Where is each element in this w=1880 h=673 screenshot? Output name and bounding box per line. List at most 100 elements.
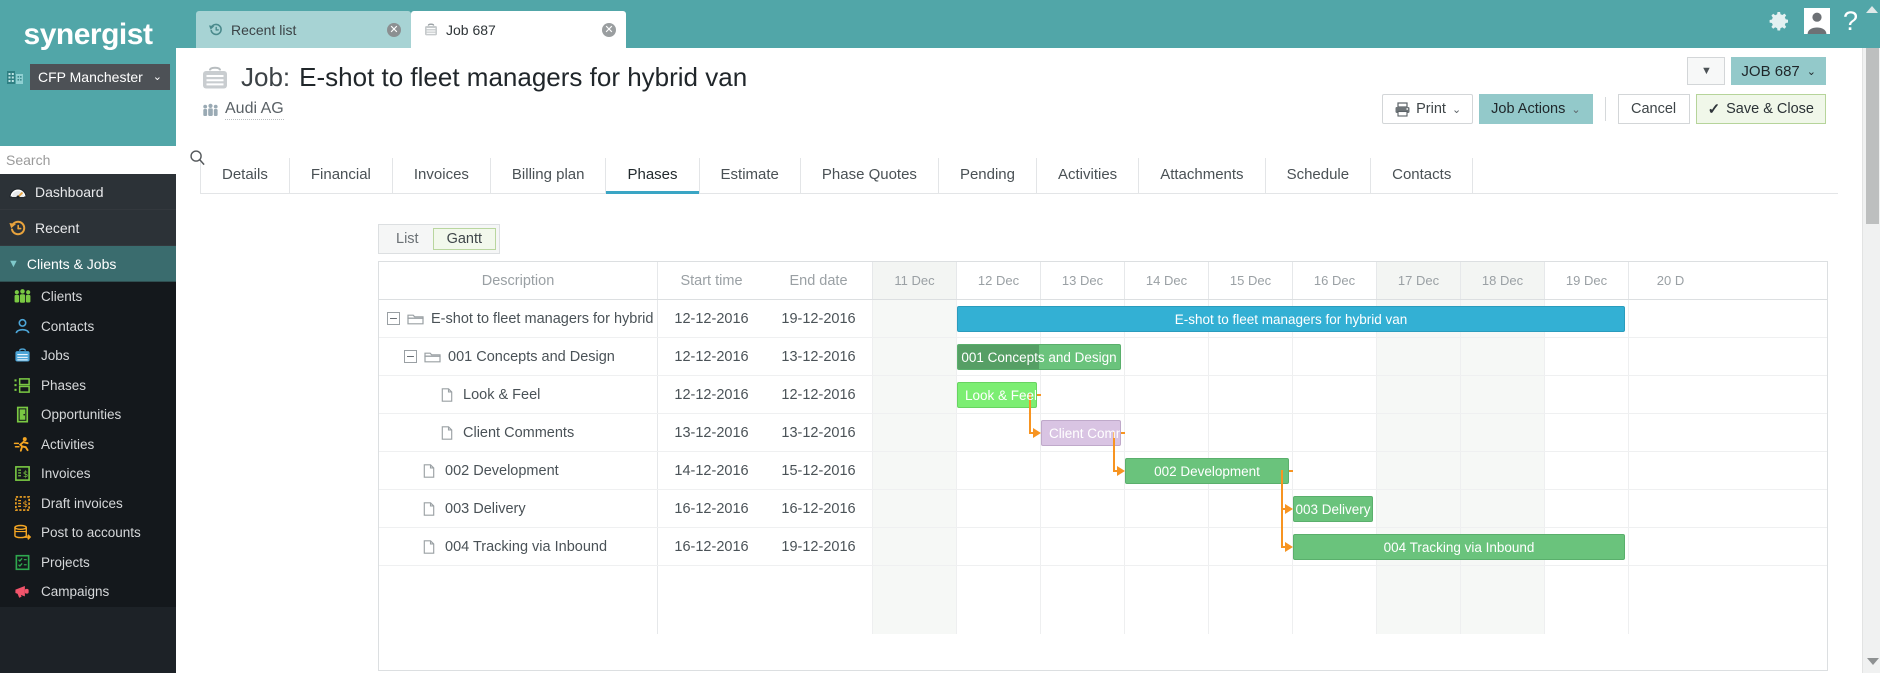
- tab-phase-quotes[interactable]: Phase Quotes: [801, 158, 939, 193]
- view-toggle-label: Gantt: [446, 231, 483, 247]
- grid-cell: [1208, 452, 1292, 489]
- view-toggle-group: List Gantt: [378, 224, 501, 254]
- sidebar-section-label: Clients & Jobs: [26, 255, 117, 272]
- chevron-down-icon: ⌄: [152, 71, 162, 83]
- browser-tab-job-687[interactable]: Job 687 ✕: [411, 11, 626, 48]
- folder-open-icon: [407, 311, 424, 327]
- sidebar-item-contacts[interactable]: Contacts: [0, 311, 176, 341]
- grid-cell: [956, 452, 1040, 489]
- row-description-text: 004 Tracking via Inbound: [445, 538, 608, 555]
- sidebar-item-draft-invoices[interactable]: $ Draft invoices: [0, 488, 176, 518]
- gantt-body: − E-shot to fleet managers for hybrid 12…: [379, 300, 1827, 634]
- print-button[interactable]: Print ⌄: [1382, 94, 1474, 124]
- save-close-button[interactable]: ✓ Save & Close: [1695, 94, 1826, 124]
- tab-pending[interactable]: Pending: [939, 158, 1037, 193]
- tab-phases[interactable]: Phases: [606, 158, 700, 194]
- row-grid-cells: [872, 376, 1827, 413]
- grid-cell: [1040, 338, 1124, 375]
- tab-invoices[interactable]: Invoices: [393, 158, 491, 193]
- scroll-up-arrow-icon[interactable]: [1866, 6, 1878, 13]
- job-number-selector[interactable]: JOB 687 ⌄: [1731, 57, 1826, 85]
- grid-cell: [1124, 566, 1208, 634]
- page-content: Job: E-shot to fleet managers for hybrid…: [176, 48, 1862, 673]
- search-icon[interactable]: [189, 149, 206, 171]
- sidebar-item-jobs[interactable]: Jobs: [0, 341, 176, 371]
- grid-cell: [1544, 300, 1628, 337]
- tab-estimate[interactable]: Estimate: [700, 158, 801, 193]
- row-description: 004 Tracking via Inbound: [379, 528, 658, 565]
- org-selector-button[interactable]: CFP Manchester ⌄: [30, 64, 170, 90]
- invoice-dollar-icon: $: [12, 465, 32, 483]
- tab-financial[interactable]: Financial: [290, 158, 393, 193]
- sidebar-item-label: Opportunities: [41, 407, 122, 423]
- table-row[interactable]: 004 Tracking via Inbound 16-12-2016 19-1…: [379, 528, 1827, 566]
- grid-cell: [1460, 490, 1544, 527]
- table-row[interactable]: Look & Feel 12-12-2016 12-12-2016: [379, 376, 1827, 414]
- sidebar-item-recent[interactable]: Recent: [0, 210, 176, 246]
- document-icon: [439, 425, 456, 441]
- sidebar-item-activities[interactable]: Activities: [0, 429, 176, 459]
- chevron-down-icon: ⌄: [1571, 103, 1581, 116]
- sidebar-item-clients[interactable]: Clients: [0, 282, 176, 312]
- scroll-down-arrow-icon[interactable]: [1867, 658, 1879, 665]
- sidebar-item-phases[interactable]: Phases: [0, 370, 176, 400]
- sidebar-section-clients-jobs[interactable]: ▼ Clients & Jobs: [0, 246, 176, 282]
- sidebar-item-label: Post to accounts: [41, 525, 141, 541]
- view-toggle-gantt[interactable]: Gantt: [432, 228, 497, 250]
- gear-icon[interactable]: [1767, 9, 1791, 33]
- table-row[interactable]: 003 Delivery 16-12-2016 16-12-2016: [379, 490, 1827, 528]
- sidebar-item-dashboard[interactable]: Dashboard: [0, 174, 176, 210]
- job-dropdown-toggle[interactable]: ▼: [1687, 57, 1726, 85]
- tab-details[interactable]: Details: [200, 158, 290, 193]
- close-icon[interactable]: ✕: [602, 22, 616, 37]
- scrollbar-thumb[interactable]: [1866, 48, 1879, 224]
- job-actions-button[interactable]: Job Actions ⌄: [1479, 94, 1593, 124]
- row-grid-cells: [872, 452, 1827, 489]
- cancel-button[interactable]: Cancel: [1617, 94, 1690, 124]
- tab-attachments[interactable]: Attachments: [1139, 158, 1266, 193]
- help-question-icon[interactable]: ?: [1843, 8, 1858, 35]
- browser-tab-recent-list[interactable]: Recent list ✕: [196, 11, 411, 48]
- date-header-cell: 12 Dec: [956, 262, 1040, 299]
- close-icon[interactable]: ✕: [387, 22, 401, 37]
- org-selector-row[interactable]: CFP Manchester ⌄: [0, 62, 176, 92]
- table-row[interactable]: Client Comments 13-12-2016 13-12-2016: [379, 414, 1827, 452]
- grid-cell: [1292, 452, 1376, 489]
- sidebar-item-invoices[interactable]: $ Invoices: [0, 459, 176, 489]
- grid-cell: [1208, 414, 1292, 451]
- sidebar-item-label: Activities: [41, 436, 95, 452]
- search-input[interactable]: [4, 151, 189, 169]
- tab-label: Contacts: [1392, 166, 1452, 183]
- user-avatar-icon[interactable]: [1803, 8, 1830, 34]
- sidebar-item-label: Campaigns: [41, 584, 110, 600]
- sidebar-search-row[interactable]: [0, 146, 205, 174]
- sidebar-item-campaigns[interactable]: Campaigns: [0, 577, 176, 607]
- sidebar-item-opportunities[interactable]: Opportunities: [0, 400, 176, 430]
- app-root: synergist CFP Manchester ⌄ Search Dashbo…: [0, 0, 1880, 673]
- nav-tabs: Details Financial Invoices Billing plan …: [200, 158, 1838, 194]
- tab-schedule[interactable]: Schedule: [1266, 158, 1372, 193]
- client-name-link[interactable]: Audi AG: [225, 100, 284, 120]
- grid-cell: [1460, 452, 1544, 489]
- table-row[interactable]: − 001 Concepts and Design 12-12-2016 13-…: [379, 338, 1827, 376]
- sidebar-item-projects[interactable]: Projects: [0, 547, 176, 577]
- table-row[interactable]: 002 Development 14-12-2016 15-12-2016: [379, 452, 1827, 490]
- table-row[interactable]: − E-shot to fleet managers for hybrid 12…: [379, 300, 1827, 338]
- grid-cell: [1460, 566, 1544, 634]
- tab-contacts[interactable]: Contacts: [1371, 158, 1474, 193]
- collapse-toggle[interactable]: −: [404, 350, 417, 363]
- grid-cell: [1628, 452, 1712, 489]
- job-actions-label: Job Actions: [1491, 101, 1566, 117]
- row-start-time: 16-12-2016: [674, 500, 749, 517]
- view-toggle-list[interactable]: List: [382, 228, 433, 250]
- tab-billing-plan[interactable]: Billing plan: [491, 158, 607, 193]
- grid-cell: [1208, 490, 1292, 527]
- tab-activities[interactable]: Activities: [1037, 158, 1140, 193]
- collapse-toggle[interactable]: −: [387, 312, 400, 325]
- sidebar-item-post-to-accounts[interactable]: Post to accounts: [0, 518, 176, 548]
- tab-label: Pending: [959, 166, 1015, 183]
- grid-cell: [872, 528, 956, 565]
- grid-cell: [1628, 414, 1712, 451]
- vertical-scrollbar[interactable]: [1862, 48, 1880, 673]
- clock-history-icon: [208, 22, 224, 38]
